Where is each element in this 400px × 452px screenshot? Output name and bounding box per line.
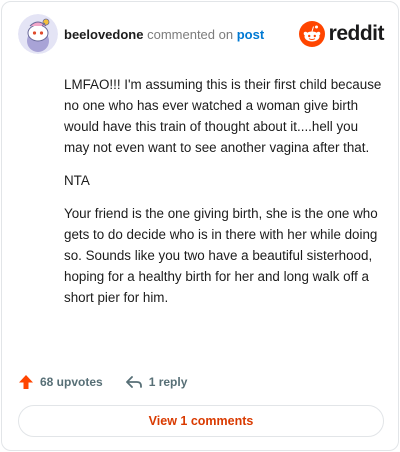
reddit-brand[interactable]: reddit bbox=[298, 20, 385, 48]
upvote-button[interactable]: 68 upvotes bbox=[18, 374, 103, 390]
post-link[interactable]: post bbox=[237, 27, 264, 42]
reddit-snoo-logo-icon bbox=[298, 21, 325, 47]
reply-count: 1 reply bbox=[148, 375, 188, 389]
reddit-wordmark: reddit bbox=[328, 22, 385, 45]
username-link[interactable]: beelovedone bbox=[64, 27, 143, 42]
reply-button[interactable]: 1 reply bbox=[125, 374, 188, 390]
comment-body: LMFAO!!! I'm assuming this is their firs… bbox=[64, 74, 384, 320]
comment-paragraph: LMFAO!!! I'm assuming this is their firs… bbox=[64, 77, 382, 155]
comment-paragraph: NTA bbox=[64, 173, 90, 188]
view-comments-button[interactable]: View 1 comments bbox=[18, 405, 384, 437]
view-comments-label: View 1 comments bbox=[148, 414, 254, 428]
comment-card: beelovedone commented on post reddit LMF… bbox=[1, 1, 399, 451]
comment-header: beelovedone commented on post reddit bbox=[18, 14, 385, 54]
comment-paragraph: Your friend is the one giving birth, she… bbox=[64, 206, 378, 305]
reply-arrow-icon bbox=[125, 376, 142, 388]
byline-verb: commented on bbox=[147, 27, 234, 42]
upvote-count: 68 upvotes bbox=[40, 375, 103, 389]
comment-actions: 68 upvotes 1 reply bbox=[18, 370, 209, 394]
upvote-arrow-icon bbox=[19, 375, 33, 389]
snoo-avatar-icon bbox=[18, 14, 58, 54]
comment-byline: beelovedone commented on post bbox=[64, 27, 264, 43]
user-avatar[interactable] bbox=[18, 14, 58, 54]
